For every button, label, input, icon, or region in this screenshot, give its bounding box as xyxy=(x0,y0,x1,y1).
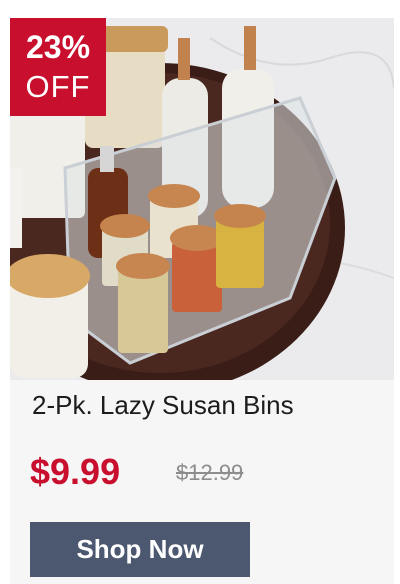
product-title[interactable]: 2-Pk. Lazy Susan Bins xyxy=(32,388,382,422)
product-image[interactable]: 23% OFF xyxy=(10,18,394,380)
shop-now-button[interactable]: Shop Now xyxy=(30,522,250,577)
product-card[interactable]: 23% OFF 2-Pk. Lazy Susan Bins $9.99 $12.… xyxy=(10,18,394,584)
discount-badge: 23% OFF xyxy=(10,18,106,116)
discount-percent: 23% xyxy=(25,29,91,65)
discount-off-label: OFF xyxy=(25,69,91,104)
original-price: $12.99 xyxy=(176,460,244,485)
sale-price: $9.99 xyxy=(30,451,121,492)
